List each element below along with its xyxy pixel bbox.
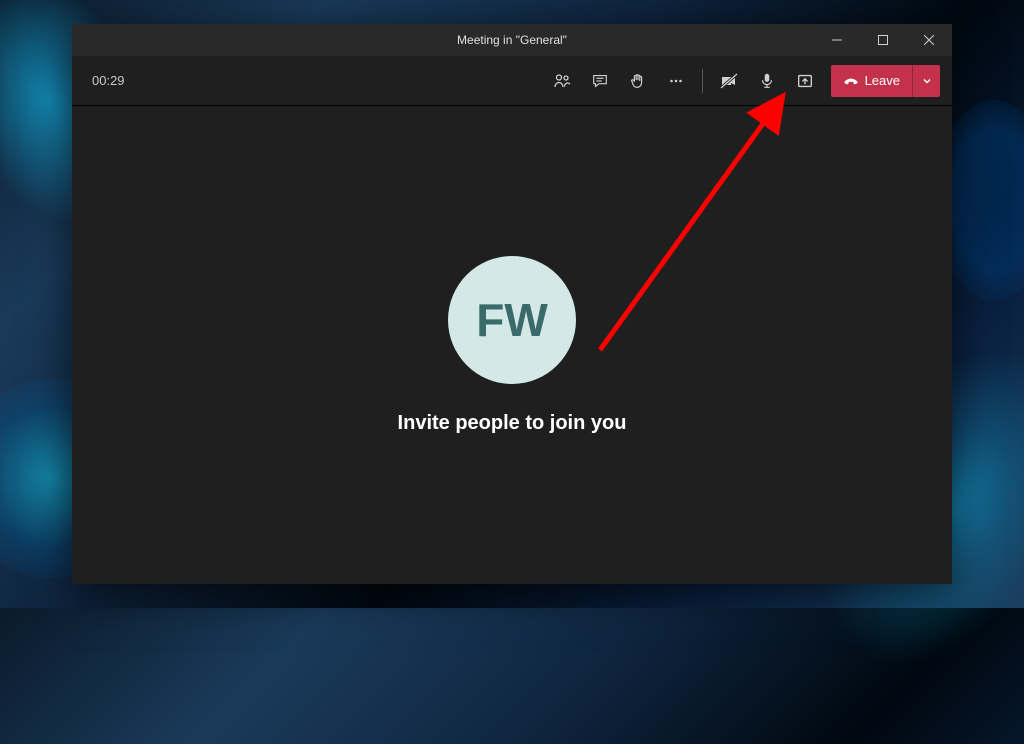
close-icon bbox=[924, 35, 934, 45]
participant-avatar: FW bbox=[448, 256, 576, 384]
minimize-icon bbox=[832, 35, 842, 45]
chat-icon bbox=[591, 72, 609, 90]
titlebar: Meeting in "General" bbox=[72, 24, 952, 56]
maximize-icon bbox=[878, 35, 888, 45]
toolbar-group-right bbox=[711, 63, 823, 99]
meeting-toolbar: 00:29 bbox=[72, 56, 952, 106]
mic-icon bbox=[758, 72, 776, 90]
toolbar-group-left bbox=[544, 63, 694, 99]
window-controls bbox=[814, 24, 952, 56]
leave-button-label: Leave bbox=[865, 73, 900, 88]
camera-off-icon bbox=[719, 71, 739, 91]
close-button[interactable] bbox=[906, 24, 952, 56]
window-title: Meeting in "General" bbox=[457, 33, 567, 47]
toolbar-divider bbox=[702, 69, 703, 93]
share-screen-button[interactable] bbox=[787, 63, 823, 99]
more-icon bbox=[667, 72, 685, 90]
minimize-button[interactable] bbox=[814, 24, 860, 56]
raise-hand-icon bbox=[629, 72, 647, 90]
chat-button[interactable] bbox=[582, 63, 618, 99]
raise-hand-button[interactable] bbox=[620, 63, 656, 99]
call-timer: 00:29 bbox=[92, 73, 125, 88]
more-actions-button[interactable] bbox=[658, 63, 694, 99]
chevron-down-icon bbox=[922, 76, 932, 86]
invite-prompt: Invite people to join you bbox=[398, 412, 627, 435]
participants-icon bbox=[552, 71, 572, 91]
leave-options-button[interactable] bbox=[912, 65, 940, 97]
maximize-button[interactable] bbox=[860, 24, 906, 56]
mic-toggle-button[interactable] bbox=[749, 63, 785, 99]
meeting-stage: FW Invite people to join you bbox=[72, 106, 952, 584]
avatar-initials: FW bbox=[476, 293, 548, 347]
meeting-window: Meeting in "General" 00:29 bbox=[72, 24, 952, 584]
hangup-icon bbox=[843, 73, 859, 89]
camera-toggle-button[interactable] bbox=[711, 63, 747, 99]
leave-button-group: Leave bbox=[831, 65, 940, 97]
participants-button[interactable] bbox=[544, 63, 580, 99]
share-icon bbox=[796, 72, 814, 90]
leave-button[interactable]: Leave bbox=[831, 65, 912, 97]
